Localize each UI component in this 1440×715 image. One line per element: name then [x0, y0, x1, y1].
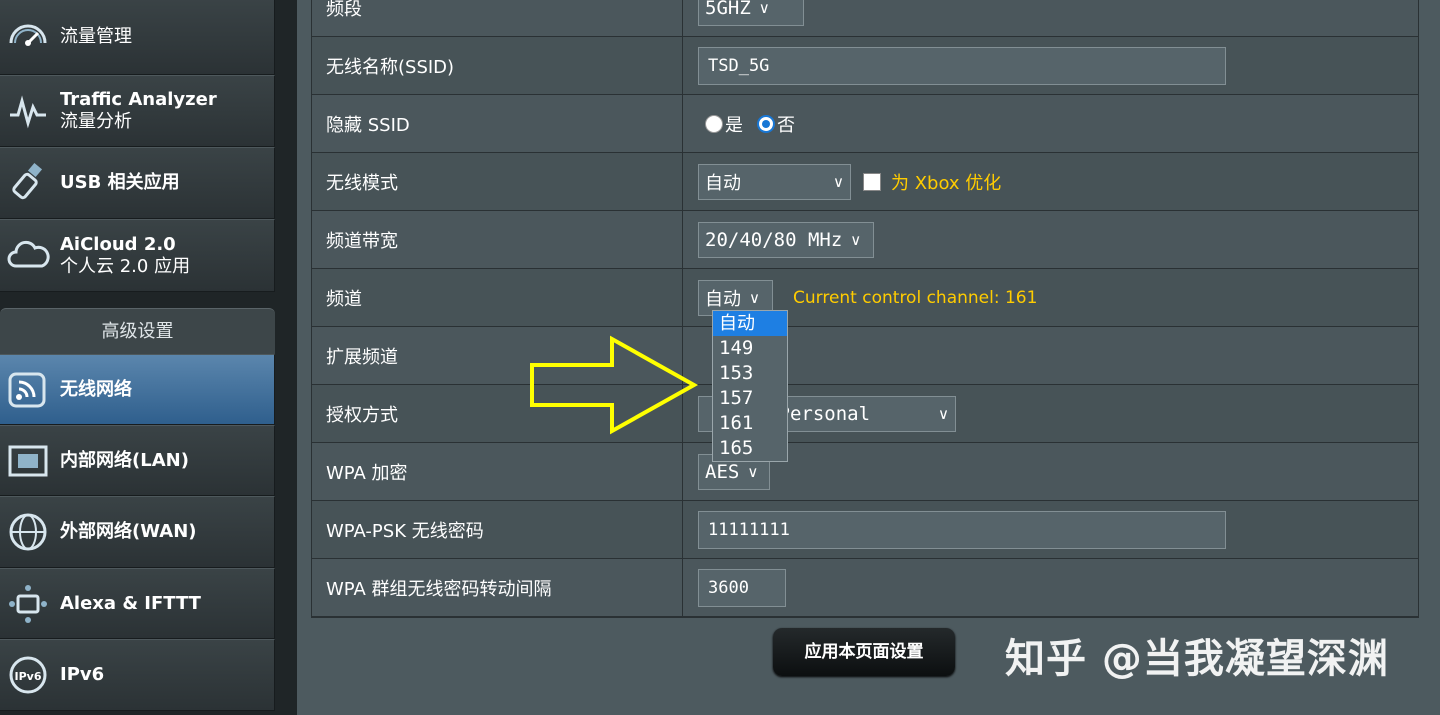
- sidebar-item-label: 外部网络(WAN): [60, 521, 197, 542]
- channel-option[interactable]: 161: [713, 411, 787, 436]
- wireless-mode-label: 无线模式: [312, 153, 683, 210]
- channel-option[interactable]: 153: [713, 361, 787, 386]
- wpa-psk-label: WPA-PSK 无线密码: [312, 501, 683, 558]
- channel-row: 频道 自动 ∨ Current control channel: 161: [312, 269, 1418, 327]
- band-select[interactable]: 5GHZ ∨: [698, 0, 804, 26]
- chevron-down-icon: ∨: [938, 404, 949, 423]
- sidebar-item-label: USB 相关应用: [60, 172, 180, 193]
- channel-dropdown-list: 自动 149 153 157 161 165: [712, 310, 788, 462]
- watermark: 知乎 @当我凝望深渊: [1005, 636, 1389, 682]
- sidebar-item-traffic-manager[interactable]: 流量管理: [0, 0, 275, 75]
- wireless-mode-select[interactable]: 自动 ∨: [698, 163, 851, 200]
- ipv6-icon: IPv6: [9, 656, 47, 694]
- sidebar-item-label: 无线网络: [60, 378, 132, 400]
- band-label: 频段: [312, 0, 683, 36]
- apply-settings-button[interactable]: 应用本页面设置: [773, 628, 955, 676]
- wpa-psk-input[interactable]: 11111111: [698, 510, 1226, 549]
- sidebar-item-label: 内部网络(LAN): [60, 449, 189, 471]
- channel-label: 频道: [312, 269, 683, 326]
- wifi-icon: [8, 372, 46, 407]
- ssid-row: 无线名称(SSID) TSD_5G: [312, 37, 1418, 95]
- ssid-label: 无线名称(SSID): [312, 37, 683, 94]
- hide-ssid-yes-radio[interactable]: 是: [705, 111, 743, 137]
- group-key-input[interactable]: 3600: [698, 568, 786, 607]
- channel-value: 自动: [705, 288, 741, 310]
- xbox-checkbox[interactable]: [863, 172, 881, 191]
- sidebar-item-sublabel: 流量分析: [60, 111, 132, 132]
- wireless-mode-row: 无线模式 自动 ∨ 为 Xbox 优化: [312, 153, 1418, 211]
- sidebar-item-sublabel: 个人云 2.0 应用: [60, 255, 191, 277]
- hide-ssid-no-radio[interactable]: 否: [757, 111, 795, 137]
- auth-value: Personal: [778, 402, 871, 425]
- sidebar-item-label: AiCloud 2.0: [60, 233, 176, 255]
- radio-icon: [705, 114, 723, 133]
- sidebar-item-aicloud[interactable]: AiCloud 2.0 个人云 2.0 应用: [0, 219, 275, 292]
- group-key-label: WPA 群组无线密码转动间隔: [312, 559, 683, 616]
- chevron-down-icon: ∨: [850, 230, 862, 249]
- chevron-down-icon: ∨: [747, 462, 759, 481]
- channel-option[interactable]: 自动: [713, 311, 787, 336]
- channel-option[interactable]: 157: [713, 386, 787, 411]
- band-value: 5GHZ: [705, 0, 751, 19]
- ssid-input[interactable]: TSD_5G: [698, 46, 1226, 85]
- auth-row: 授权方式 Personal ∨: [312, 385, 1418, 443]
- advanced-settings-header: 高级设置: [0, 308, 275, 355]
- wpa-encrypt-value: AES: [705, 460, 740, 483]
- sidebar-item-label: IPv6: [60, 664, 105, 685]
- lan-icon: [8, 445, 48, 476]
- band-row: 频段 5GHZ ∨: [312, 0, 1418, 37]
- radio-label: 是: [725, 114, 743, 136]
- wpa-psk-row: WPA-PSK 无线密码 11111111: [312, 501, 1418, 559]
- sidebar: 流量管理 Traffic Analyzer 流量分析 USB 相关应用 AiClo…: [0, 0, 275, 715]
- chevron-down-icon: ∨: [758, 0, 770, 17]
- alexa-icon: [9, 584, 47, 623]
- sidebar-item-usb[interactable]: USB 相关应用: [0, 147, 275, 219]
- sidebar-item-label: Alexa & IFTTT: [60, 592, 201, 614]
- settings-table: 频段 5GHZ ∨ 无线名称(SSID) TSD_5G 隐藏 SSID 是 否 无…: [311, 0, 1419, 618]
- pulse-icon: [10, 95, 46, 129]
- sidebar-item-lan[interactable]: 内部网络(LAN): [0, 425, 275, 496]
- svg-text:IPv6: IPv6: [15, 670, 42, 683]
- current-channel-text: Current control channel: 161: [793, 287, 1038, 308]
- gauge-icon: [9, 24, 47, 46]
- cloud-icon: [7, 240, 50, 267]
- sidebar-item-alexa[interactable]: Alexa & IFTTT: [0, 568, 275, 639]
- sidebar-item-wireless[interactable]: 无线网络: [0, 354, 275, 425]
- bandwidth-value: 20/40/80 MHz: [705, 228, 843, 251]
- usb-icon: [12, 162, 43, 200]
- ext-channel-row: 扩展频道: [312, 327, 1418, 385]
- hide-ssid-row: 隐藏 SSID 是 否: [312, 95, 1418, 153]
- channel-option[interactable]: 149: [713, 336, 787, 361]
- group-key-row: WPA 群组无线密码转动间隔 3600: [312, 559, 1418, 617]
- annotation-arrow-icon: [530, 335, 699, 435]
- wireless-mode-value: 自动: [705, 172, 741, 194]
- sidebar-item-wan[interactable]: 外部网络(WAN): [0, 496, 275, 568]
- wpa-encrypt-row: WPA 加密 AES ∨: [312, 443, 1418, 501]
- chevron-down-icon: ∨: [749, 288, 760, 307]
- sidebar-item-label: 流量管理: [60, 25, 132, 47]
- bandwidth-select[interactable]: 20/40/80 MHz ∨: [698, 221, 874, 258]
- hide-ssid-label: 隐藏 SSID: [312, 95, 683, 152]
- xbox-label: 为 Xbox 优化: [891, 172, 1002, 194]
- sidebar-item-ipv6[interactable]: IPv6 IPv6: [0, 639, 275, 711]
- globe-icon: [9, 513, 47, 551]
- wpa-encrypt-label: WPA 加密: [312, 443, 683, 500]
- channel-option[interactable]: 165: [713, 436, 787, 461]
- chevron-down-icon: ∨: [833, 172, 844, 191]
- bandwidth-label: 频道带宽: [312, 211, 683, 268]
- radio-label: 否: [777, 114, 795, 136]
- radio-selected-icon: [757, 114, 775, 133]
- bandwidth-row: 频道带宽 20/40/80 MHz ∨: [312, 211, 1418, 269]
- sidebar-item-label: Traffic Analyzer: [60, 89, 217, 110]
- sidebar-item-traffic-analyzer[interactable]: Traffic Analyzer 流量分析: [0, 75, 275, 147]
- wireless-settings-panel: 频段 5GHZ ∨ 无线名称(SSID) TSD_5G 隐藏 SSID 是 否 无…: [297, 0, 1440, 715]
